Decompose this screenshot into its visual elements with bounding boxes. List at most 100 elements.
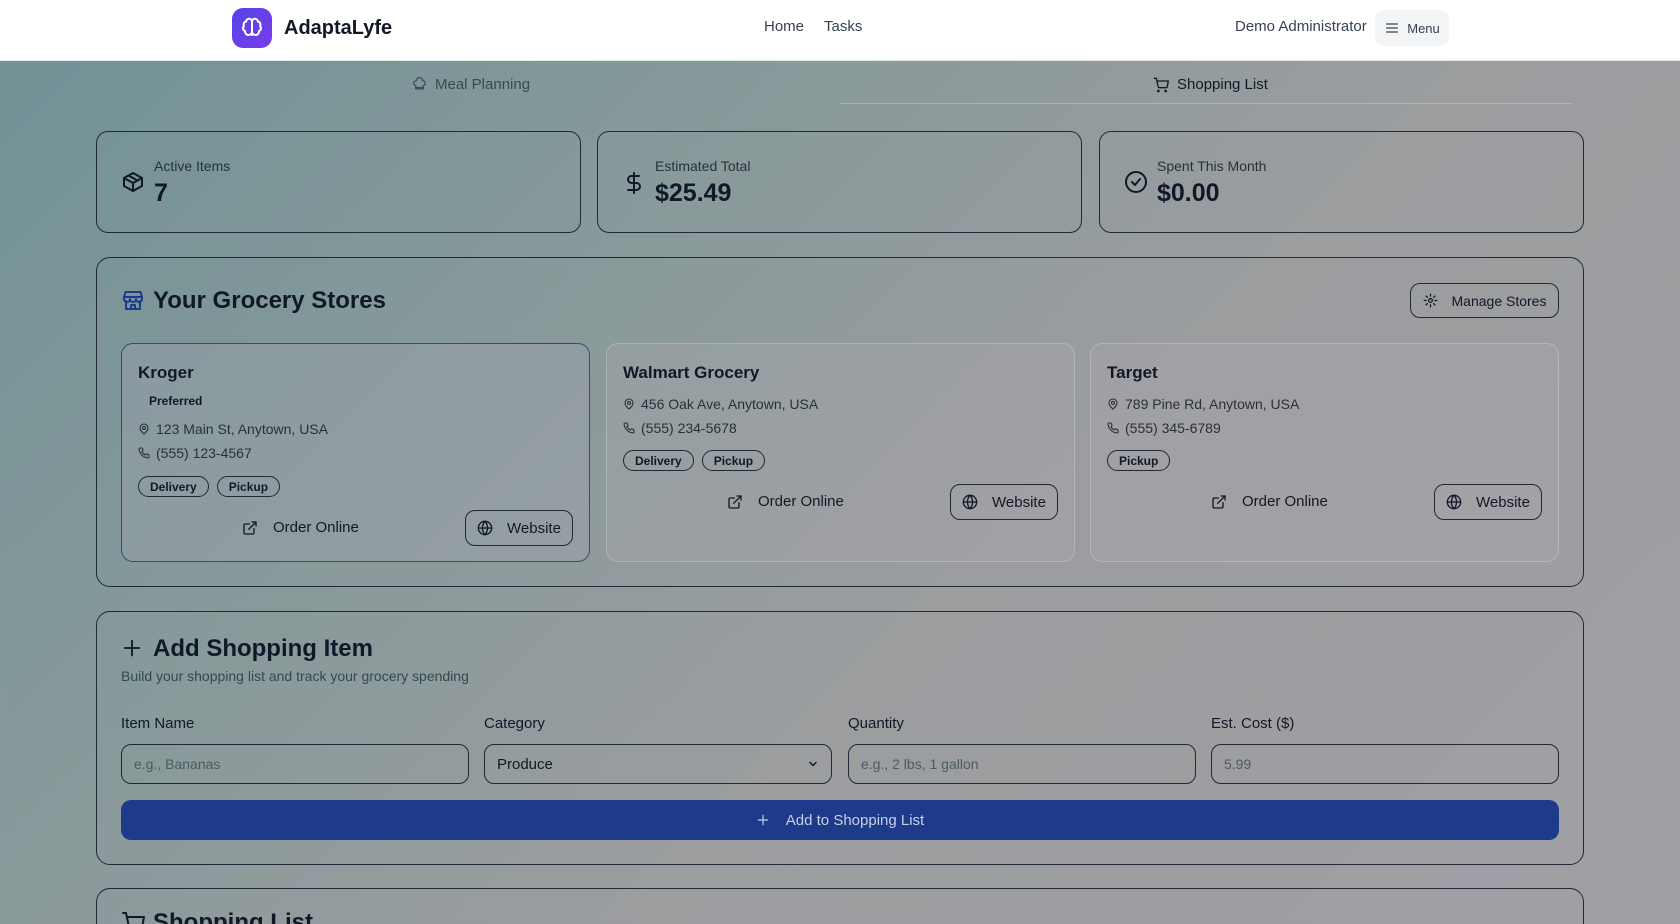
menu-button[interactable]: Menu <box>1375 10 1449 46</box>
website-button[interactable]: Website <box>465 510 573 546</box>
map-pin-icon <box>624 398 634 410</box>
hamburger-icon <box>1386 23 1399 33</box>
tab-shopping-list[interactable]: Shopping List <box>1153 76 1268 93</box>
cart-icon <box>1153 77 1169 92</box>
map-pin-icon <box>1108 398 1118 410</box>
order-online-link[interactable]: Order Online <box>727 493 844 510</box>
external-link-icon <box>243 520 257 535</box>
item-name-label: Item Name <box>121 715 195 732</box>
order-online-label: Order Online <box>758 493 844 510</box>
gear-icon <box>1423 293 1437 308</box>
phone-icon <box>1107 422 1119 434</box>
category-select[interactable]: Produce <box>484 744 832 784</box>
service-chips: Pickup <box>1107 450 1171 471</box>
grocery-stores-card: Your Grocery Stores Manage Stores Kroger… <box>96 257 1584 587</box>
website-label: Website <box>1476 493 1530 511</box>
service-chip-delivery: Delivery <box>138 476 209 497</box>
globe-icon <box>477 520 493 536</box>
order-online-label: Order Online <box>1242 493 1328 510</box>
store-card-kroger[interactable]: Kroger Preferred 123 Main St, Anytown, U… <box>121 343 590 562</box>
service-chip-pickup: Pickup <box>1107 450 1171 471</box>
external-link-icon <box>728 494 742 509</box>
cost-label: Est. Cost ($) <box>1211 715 1295 732</box>
globe-icon <box>962 494 978 510</box>
phone-text: (555) 123-4567 <box>156 445 252 461</box>
store-card-target[interactable]: Target 789 Pine Rd, Anytown, USA (555) 3… <box>1090 343 1559 562</box>
package-icon <box>123 172 143 192</box>
store-phone: (555) 234-5678 <box>623 420 737 436</box>
address-text: 789 Pine Rd, Anytown, USA <box>1125 396 1300 412</box>
user-name: Demo Administrator <box>1235 18 1367 35</box>
add-to-list-button[interactable]: Add to Shopping List <box>121 800 1559 840</box>
tab-meal-planning[interactable]: Meal Planning <box>412 76 530 93</box>
manage-stores-label: Manage Stores <box>1451 292 1547 309</box>
app-name: AdaptaLyfe <box>284 16 393 39</box>
store-card-walmart[interactable]: Walmart Grocery 456 Oak Ave, Anytown, US… <box>606 343 1075 562</box>
tab-shopping-label: Shopping List <box>1177 76 1268 93</box>
cost-input[interactable] <box>1211 744 1559 784</box>
menu-label: Menu <box>1407 20 1440 36</box>
main-nav: Home Tasks <box>764 18 862 35</box>
store-icon <box>123 291 143 310</box>
globe-icon <box>1446 494 1462 510</box>
order-online-link[interactable]: Order Online <box>1211 493 1328 510</box>
map-pin-icon <box>139 423 149 435</box>
tab-bar: Meal Planning Shopping List <box>96 62 1584 104</box>
website-label: Website <box>992 493 1046 511</box>
website-button[interactable]: Website <box>1434 484 1542 520</box>
section-title: Shopping List <box>153 909 313 924</box>
service-chips: Delivery Pickup <box>623 450 766 471</box>
brain-icon <box>232 8 272 48</box>
stat-label: Spent This Month <box>1157 158 1267 174</box>
section-title: Your Grocery Stores <box>153 287 386 314</box>
category-value: Produce <box>497 755 553 773</box>
stat-value: $25.49 <box>655 179 732 207</box>
cart-icon <box>122 912 145 924</box>
quantity-input[interactable] <box>848 744 1196 784</box>
nav-home[interactable]: Home <box>764 18 804 35</box>
stat-value: $0.00 <box>1157 179 1220 207</box>
manage-stores-button[interactable]: Manage Stores <box>1410 283 1559 318</box>
service-chip-delivery: Delivery <box>623 450 694 471</box>
store-phone: (555) 345-6789 <box>1107 420 1221 436</box>
shopping-list-card: Shopping List <box>96 888 1584 924</box>
address-text: 456 Oak Ave, Anytown, USA <box>641 396 819 412</box>
section-subtitle: Build your shopping list and track your … <box>121 668 469 684</box>
phone-text: (555) 234-5678 <box>641 420 737 436</box>
order-online-label: Order Online <box>273 519 359 536</box>
section-title: Add Shopping Item <box>153 635 373 662</box>
order-online-link[interactable]: Order Online <box>242 519 359 536</box>
add-to-list-label: Add to Shopping List <box>785 811 925 829</box>
stat-card-spent-month: Spent This Month $0.00 <box>1099 131 1584 233</box>
service-chips: Delivery Pickup <box>138 476 281 497</box>
address-text: 123 Main St, Anytown, USA <box>156 421 328 437</box>
dollar-icon <box>627 172 641 194</box>
store-phone: (555) 123-4567 <box>138 445 252 461</box>
store-address: 123 Main St, Anytown, USA <box>138 421 328 437</box>
nav-tasks[interactable]: Tasks <box>824 18 862 35</box>
brand[interactable]: AdaptaLyfe <box>232 8 392 48</box>
plus-icon <box>123 639 141 657</box>
tab-meal-label: Meal Planning <box>435 76 531 93</box>
stat-label: Estimated Total <box>655 158 751 174</box>
website-label: Website <box>507 519 561 537</box>
stat-card-estimated-total: Estimated Total $25.49 <box>597 131 1082 233</box>
stat-card-active-items: Active Items 7 <box>96 131 581 233</box>
stat-label: Active Items <box>154 158 231 174</box>
service-chip-pickup: Pickup <box>701 450 766 471</box>
category-label: Category <box>484 715 545 732</box>
item-name-input[interactable] <box>121 744 469 784</box>
chevron-down-icon <box>809 761 817 767</box>
check-circle-icon <box>1125 171 1147 193</box>
website-button[interactable]: Website <box>950 484 1058 520</box>
external-link-icon <box>1212 494 1226 509</box>
store-name: Target <box>1107 363 1158 382</box>
stat-value: 7 <box>154 179 168 207</box>
quantity-label: Quantity <box>848 715 904 732</box>
phone-text: (555) 345-6789 <box>1125 420 1221 436</box>
plus-icon <box>757 814 769 826</box>
service-chip-pickup: Pickup <box>216 476 281 497</box>
store-address: 456 Oak Ave, Anytown, USA <box>623 396 818 412</box>
store-name: Kroger <box>138 363 194 382</box>
store-address: 789 Pine Rd, Anytown, USA <box>1107 396 1299 412</box>
